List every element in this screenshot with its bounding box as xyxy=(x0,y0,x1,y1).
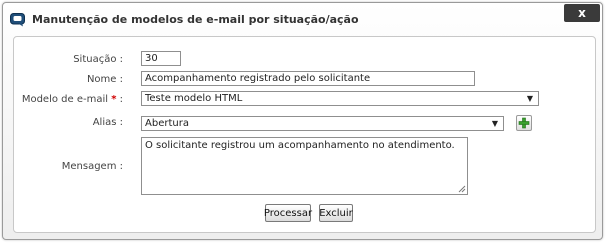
modelo-label-text: Modelo de e-mail xyxy=(21,94,109,105)
chevron-down-icon: ▼ xyxy=(526,94,533,103)
required-marker: * xyxy=(111,94,117,105)
resize-grip-icon[interactable] xyxy=(458,185,466,193)
add-alias-button[interactable] xyxy=(516,115,532,131)
modelo-select-value: Teste modelo HTML xyxy=(145,93,243,104)
processar-button[interactable]: Processar xyxy=(264,204,312,222)
form-panel: Situação : 30 Nome : Acompanhamento regi… xyxy=(13,36,596,233)
mensagem-textarea[interactable]: O solicitante registrou um acompanhament… xyxy=(141,137,468,195)
alias-label: Alias : xyxy=(92,117,123,128)
chevron-down-icon: ▼ xyxy=(491,119,498,128)
mensagem-label: Mensagem : xyxy=(61,161,123,172)
mensagem-text: O solicitante registrou um acompanhament… xyxy=(145,140,455,151)
situacao-label: Situação : xyxy=(73,54,123,65)
alias-select[interactable]: Abertura ▼ xyxy=(141,116,504,131)
dialog-titlebar: Manutenção de modelos de e-mail por situ… xyxy=(3,3,602,33)
modelo-label-colon: : xyxy=(119,94,123,105)
nome-label: Nome : xyxy=(86,74,123,85)
dialog-window: Manutenção de modelos de e-mail por situ… xyxy=(2,2,603,240)
situacao-input[interactable]: 30 xyxy=(141,51,181,66)
modelo-select[interactable]: Teste modelo HTML ▼ xyxy=(141,91,539,106)
modelo-label: Modelo de e-mail * : xyxy=(22,94,123,105)
close-button[interactable]: x xyxy=(564,4,600,22)
dialog-title: Manutenção de modelos de e-mail por situ… xyxy=(32,13,359,26)
excluir-button[interactable]: Excluir xyxy=(319,204,353,222)
alias-select-value: Abertura xyxy=(145,118,189,129)
nome-input[interactable]: Acompanhamento registrado pelo solicitan… xyxy=(141,71,475,86)
chat-bubble-icon xyxy=(10,13,25,27)
plus-icon xyxy=(518,117,530,129)
